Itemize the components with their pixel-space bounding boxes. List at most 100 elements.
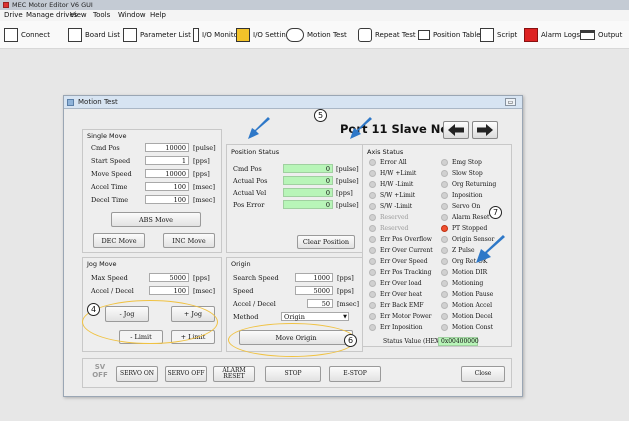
right-status-row: PT Stopped xyxy=(441,225,487,232)
move-speed-input[interactable]: 10000 xyxy=(145,169,189,178)
decel-time-input[interactable]: 100 xyxy=(145,195,189,204)
highlight-jog-buttons xyxy=(82,300,218,344)
position-table-icon xyxy=(418,30,430,40)
pos-error-label: Pos Error xyxy=(233,201,265,209)
cmd-pos-unit: [pulse] xyxy=(193,144,216,152)
position-status-title: Position Status xyxy=(231,148,280,156)
output-label: Output xyxy=(598,31,623,39)
dialog-restore-button[interactable]: ▭ xyxy=(505,98,516,106)
sv-off-indicator: SV OFF xyxy=(92,363,108,379)
search-speed-unit: [pps] xyxy=(337,274,354,282)
repeat-test-button[interactable]: Repeat Test xyxy=(358,27,416,43)
left-status-row: Err Pos Tracking xyxy=(369,269,431,276)
parameter-list-button[interactable]: Parameter List xyxy=(123,27,191,43)
io-setting-button[interactable]: I/O Setting xyxy=(236,27,290,43)
io-monitor-icon xyxy=(193,28,199,42)
alarm-reset-button[interactable]: ALARM RESET xyxy=(213,366,255,382)
status-led-icon xyxy=(369,269,376,276)
dec-move-button[interactable]: DEC Move xyxy=(93,233,145,248)
servo-on-button[interactable]: SERVO ON xyxy=(116,366,158,382)
method-label: Method xyxy=(233,313,259,321)
right-status-row: Emg Stop xyxy=(441,159,482,166)
next-device-button[interactable] xyxy=(472,121,498,139)
status-label: Err Pos Overflow xyxy=(380,236,432,243)
left-status-row: Err Back EMF xyxy=(369,302,424,309)
accel-time-input[interactable]: 100 xyxy=(145,182,189,191)
max-speed-input[interactable]: 5000 xyxy=(149,273,189,282)
menu-help[interactable]: Help xyxy=(150,10,166,21)
script-icon xyxy=(480,28,494,42)
status-label: Err Back EMF xyxy=(380,302,424,309)
prev-device-button[interactable] xyxy=(443,121,469,139)
callout-4: 4 xyxy=(87,303,100,316)
origin-accel-decel-input[interactable]: 50 xyxy=(307,299,333,308)
status-label: H/W -Limit xyxy=(380,181,414,188)
left-status-row: Reserved xyxy=(369,225,408,232)
app-title: MEC Motor Editor V6 GUI xyxy=(12,1,93,9)
arrow-left-icon xyxy=(448,124,464,136)
max-speed-unit: [pps] xyxy=(193,274,210,282)
menu-view[interactable]: View xyxy=(70,10,87,21)
status-label: Err Motor Power xyxy=(380,313,432,320)
start-speed-input[interactable]: 1 xyxy=(145,156,189,165)
left-status-row: H/W +Limit xyxy=(369,170,416,177)
motion-test-button[interactable]: Motion Test xyxy=(286,27,347,43)
search-speed-input[interactable]: 1000 xyxy=(295,273,333,282)
servo-off-button[interactable]: SERVO OFF xyxy=(165,366,207,382)
menu-drive[interactable]: Drive xyxy=(4,10,23,21)
right-status-row: Motion Pause xyxy=(441,291,493,298)
cmd-pos-input[interactable]: 10000 xyxy=(145,143,189,152)
method-select[interactable]: Origin ▼ xyxy=(281,312,349,321)
menu-window[interactable]: Window xyxy=(118,10,146,21)
io-monitor-button[interactable]: I/O Monitor xyxy=(193,27,241,43)
start-speed-unit: [pps] xyxy=(193,157,210,165)
menu-tools[interactable]: Tools xyxy=(93,10,110,21)
right-status-row: Inposition xyxy=(441,192,483,199)
app-icon xyxy=(3,2,9,8)
actual-pos-label: Actual Pos xyxy=(233,177,268,185)
callout-5: 5 xyxy=(314,109,327,122)
script-button[interactable]: Script xyxy=(480,27,517,43)
status-label: Error All xyxy=(380,159,407,166)
origin-speed-label: Speed xyxy=(233,287,254,295)
axis-status-title: Axis Status xyxy=(367,148,404,156)
output-button[interactable]: Output xyxy=(580,27,622,43)
left-status-row: H/W -Limit xyxy=(369,181,413,188)
arrow-pointer-icon xyxy=(248,117,270,139)
status-value-field: 0x00400000 xyxy=(438,337,479,346)
board-list-button[interactable]: Board List xyxy=(68,27,120,43)
origin-speed-input[interactable]: 5000 xyxy=(295,286,333,295)
left-status-row: Err Pos Overflow xyxy=(369,236,432,243)
position-table-button[interactable]: Position Table xyxy=(418,27,481,43)
status-led-icon xyxy=(369,236,376,243)
status-label: Inposition xyxy=(452,192,483,199)
close-button[interactable]: Close xyxy=(461,366,505,382)
connect-button[interactable]: Connect xyxy=(4,27,50,43)
arrow-right-icon xyxy=(477,124,493,136)
actual-vel-label: Actual Vel xyxy=(233,189,267,197)
status-led-icon xyxy=(369,258,376,265)
decel-time-unit: [msec] xyxy=(193,196,216,204)
actual-pos-value: 0 xyxy=(283,176,333,185)
status-label: Err Over Speed xyxy=(380,258,428,265)
status-label: Slow Stop xyxy=(452,170,483,177)
pos-error-unit: [pulse] xyxy=(336,201,359,209)
stop-button[interactable]: STOP xyxy=(265,366,321,382)
right-status-row: Org Returning xyxy=(441,181,496,188)
right-status-row: Motioning xyxy=(441,280,483,287)
alarm-logs-button[interactable]: Alarm Logs xyxy=(524,27,580,43)
jog-accel-decel-input[interactable]: 100 xyxy=(149,286,189,295)
inc-move-button[interactable]: INC Move xyxy=(163,233,215,248)
right-status-row: Motion DIR xyxy=(441,269,487,276)
menu-bar: Drive Manage drives View Tools Window He… xyxy=(0,10,629,21)
estop-button[interactable]: E-STOP xyxy=(329,366,381,382)
io-monitor-label: I/O Monitor xyxy=(202,31,241,39)
status-label: Reserved xyxy=(380,214,409,221)
io-setting-label: I/O Setting xyxy=(253,31,291,39)
status-label: Motioning xyxy=(452,280,484,287)
actual-pos-unit: [pulse] xyxy=(336,177,359,185)
arrow-pointer-icon xyxy=(476,235,505,263)
abs-move-button[interactable]: ABS Move xyxy=(111,212,201,227)
alarm-logs-icon xyxy=(524,28,538,42)
clear-position-button[interactable]: Clear Position xyxy=(297,235,355,249)
